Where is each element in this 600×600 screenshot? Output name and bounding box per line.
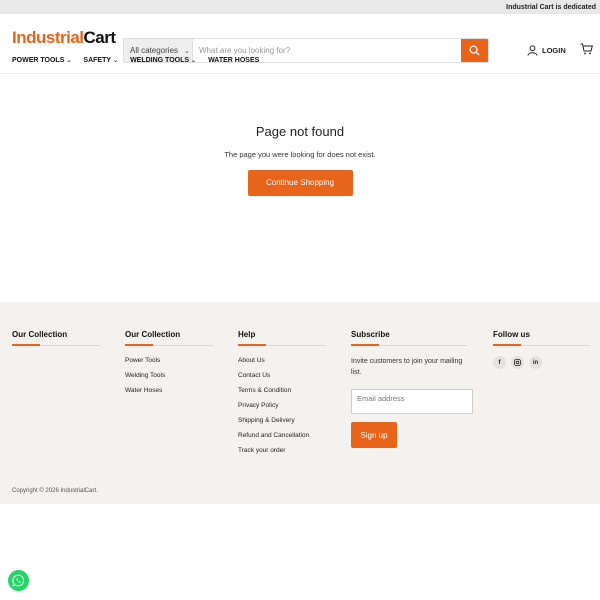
footer-link-terms[interactable]: Terms & Condition [238,386,326,401]
instagram-icon[interactable] [511,356,524,369]
footer-heading-rule [125,344,213,346]
footer-heading: Follow us [493,330,530,339]
footer-column-subscribe: Subscribe Invite customers to join your … [351,330,473,448]
login-label: LOGIN [542,46,566,55]
nav-item-power-tools[interactable]: POWER TOOLS ⌄ [12,57,71,64]
footer-link-track-order[interactable]: Track your order [238,446,326,461]
search-icon [469,45,480,56]
nav-item-water-hoses[interactable]: WATER HOSES [208,57,259,64]
email-field[interactable]: Email address [351,389,473,414]
nav-item-safety[interactable]: SAFETY ⌄ [83,57,118,64]
social-links: f in [493,356,590,369]
footer-heading-rule [493,344,590,346]
footer-column-collection-2: Our Collection Power Tools Welding Tools… [125,330,213,401]
cart-icon [580,43,593,55]
footer-heading: Our Collection [12,330,68,339]
subscribe-text: Invite customers to join your mailing li… [351,358,463,376]
chevron-down-icon: ⌄ [66,58,72,64]
footer-link-contact-us[interactable]: Contact Us [238,371,326,386]
footer-link-list: Power Tools Welding Tools Water Hoses [125,356,213,401]
page-title: Page not found [255,124,345,139]
whatsapp-icon [12,574,25,587]
footer-link-water-hoses[interactable]: Water Hoses [125,386,213,401]
footer-link-power-tools[interactable]: Power Tools [125,356,213,371]
footer-link-list: About Us Contact Us Terms & Condition Pr… [238,356,326,461]
login-link[interactable]: LOGIN [527,45,566,56]
not-found-message: The page you were looking for does not e… [224,150,376,159]
sign-up-button[interactable]: Sign up [351,422,397,448]
announcement-bar: Industrial Cart is dedicated [0,0,600,14]
logo-part-cart: Cart [83,28,117,47]
footer-heading: Subscribe [351,330,390,339]
footer-heading: Help [238,330,256,339]
footer-link-privacy-policy[interactable]: Privacy Policy [238,401,326,416]
main-nav: POWER TOOLS ⌄ SAFETY ⌄ WELDING TOOLS ⌄ WATE… [12,57,271,64]
search-button[interactable] [461,39,488,62]
site-footer: Our Collection Our Collection Power Tool… [0,302,600,504]
footer-heading-rule [12,344,100,346]
nav-item-label: WELDING TOOLS [130,57,190,64]
footer-link-about-us[interactable]: About Us [238,356,326,371]
footer-link-welding-tools[interactable]: Welding Tools [125,371,213,386]
announcement-text: Industrial Cart is dedicated [506,3,596,11]
chevron-down-icon: ⌄ [113,58,119,64]
footer-link-refund[interactable]: Refund and Cancellation [238,431,326,446]
footer-column-collection-1: Our Collection [12,330,100,346]
continue-shopping-button[interactable]: Continue Shopping [247,170,353,196]
footer-column-follow: Follow us f in [493,330,590,369]
chevron-down-icon: ⌄ [184,47,190,55]
footer-heading-rule [238,344,326,346]
nav-item-label: WATER HOSES [208,57,260,64]
category-select-label: All categories [130,46,179,55]
whatsapp-chat-button[interactable] [8,570,29,591]
linkedin-icon[interactable]: in [529,356,542,369]
nav-divider [0,73,600,74]
user-icon [527,45,538,56]
copyright-text: Copyright © 2026 IndustrialCart. [12,488,98,494]
facebook-icon[interactable]: f [493,356,506,369]
site-header: IndustrialCart All categories ⌄ LOGIN [0,14,600,63]
nav-item-label: POWER TOOLS [12,57,65,64]
chevron-down-icon: ⌄ [191,58,197,64]
nav-item-welding-tools[interactable]: WELDING TOOLS ⌄ [130,57,196,64]
logo-part-industrial: Industrial [12,28,84,47]
cart-button[interactable] [580,42,593,60]
not-found-section: Page not found The page you were looking… [0,124,600,196]
footer-heading: Our Collection [125,330,181,339]
site-logo[interactable]: IndustrialCart [12,28,116,48]
footer-link-shipping[interactable]: Shipping & Delivery [238,416,326,431]
footer-heading-rule [351,344,467,346]
footer-column-help: Help About Us Contact Us Terms & Conditi… [238,330,326,461]
nav-item-label: SAFETY [83,57,112,64]
